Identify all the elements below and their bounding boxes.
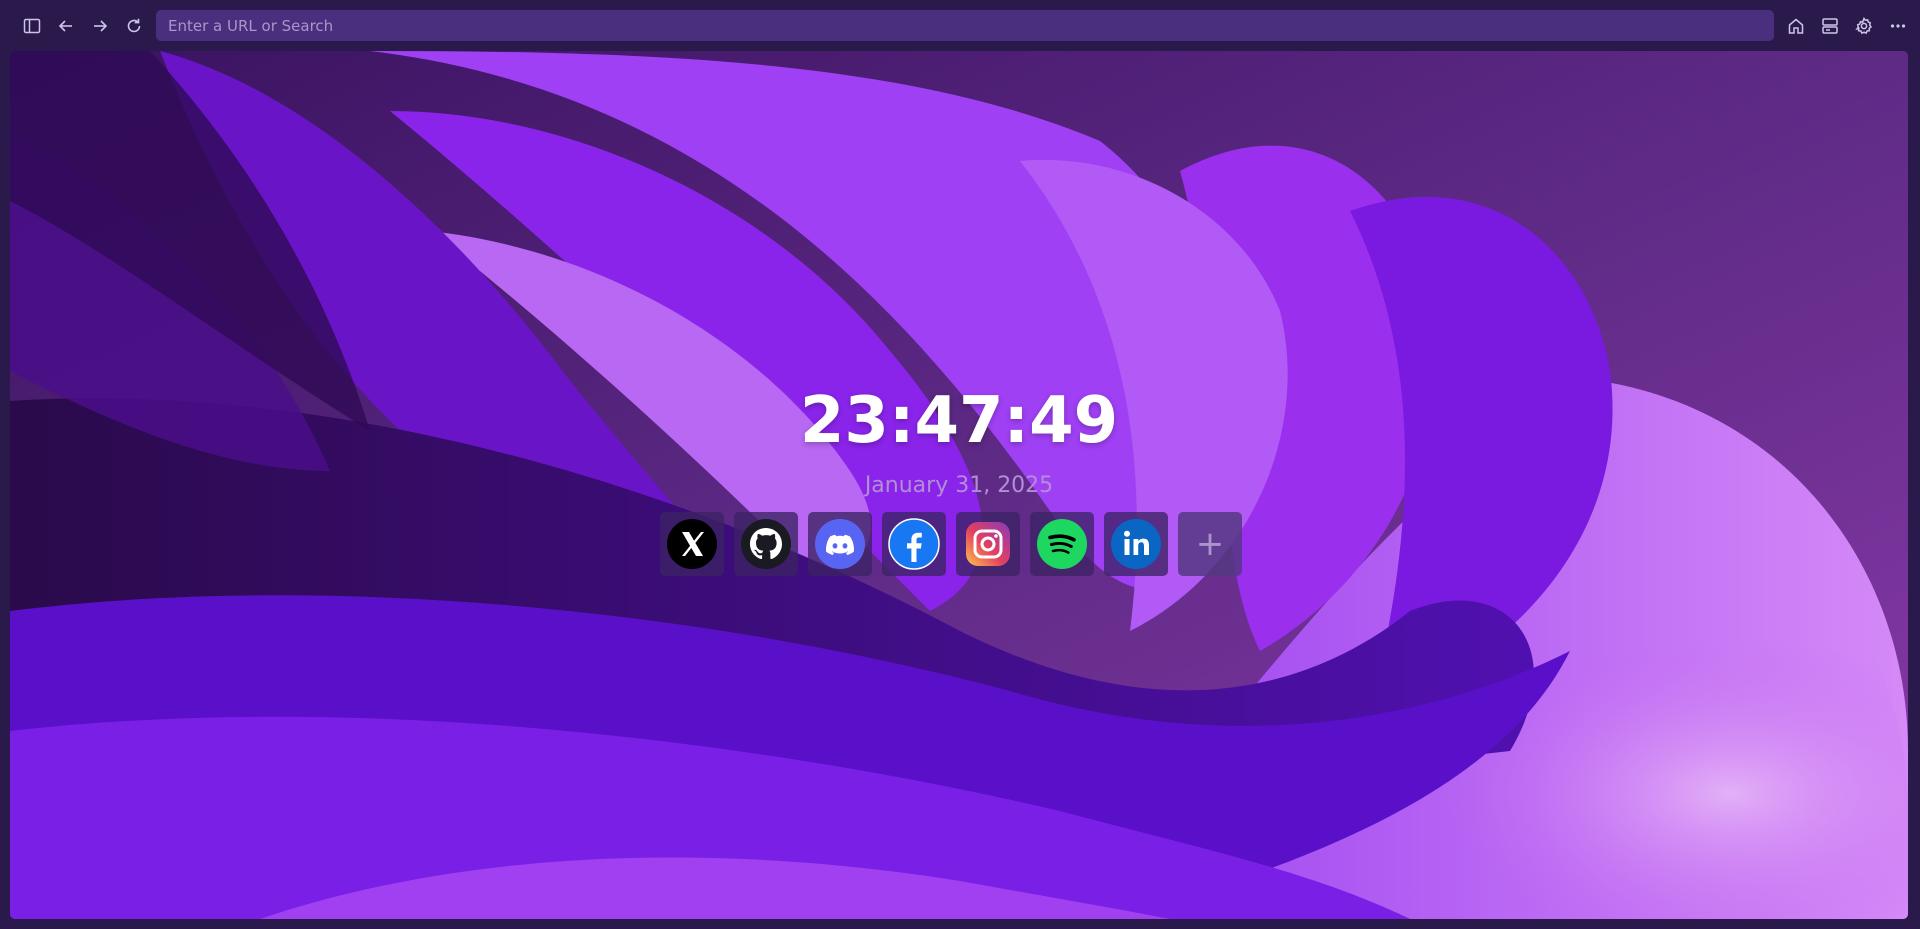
home-icon xyxy=(1788,18,1804,34)
spotify-icon xyxy=(1037,519,1087,569)
panels-button[interactable] xyxy=(1816,12,1844,40)
new-tab-page: 23:47:49 January 31, 2025 + xyxy=(10,51,1908,919)
facebook-icon xyxy=(888,518,940,570)
arrow-right-icon xyxy=(94,20,108,32)
discord-icon xyxy=(815,519,865,569)
shortcut-facebook[interactable] xyxy=(882,512,946,576)
sidebar-toggle-icon[interactable] xyxy=(18,12,46,40)
reload-icon xyxy=(127,18,141,33)
add-shortcut-button[interactable]: + xyxy=(1178,512,1242,576)
linkedin-icon xyxy=(1111,519,1161,569)
instagram-icon xyxy=(966,522,1010,566)
home-button[interactable] xyxy=(1782,12,1810,40)
settings-button[interactable] xyxy=(1850,12,1878,40)
shortcut-grid: + xyxy=(660,512,1242,576)
plus-icon: + xyxy=(1195,524,1225,564)
x-twitter-icon xyxy=(667,519,717,569)
url-input[interactable] xyxy=(166,15,1774,36)
gear-icon xyxy=(1855,16,1873,35)
url-bar[interactable] xyxy=(156,10,1774,41)
panels-icon xyxy=(1822,18,1838,34)
github-icon xyxy=(741,519,791,569)
shortcut-instagram[interactable] xyxy=(956,512,1020,576)
more-button[interactable] xyxy=(1884,12,1912,40)
browser-toolbar xyxy=(0,0,1920,51)
back-button[interactable] xyxy=(52,12,80,40)
clock-date: January 31, 2025 xyxy=(864,473,1054,498)
shortcut-spotify[interactable] xyxy=(1030,512,1094,576)
shortcut-github[interactable] xyxy=(734,512,798,576)
forward-button[interactable] xyxy=(86,12,114,40)
arrow-left-icon xyxy=(58,20,72,32)
shortcut-discord[interactable] xyxy=(808,512,872,576)
shortcut-linkedin[interactable] xyxy=(1104,512,1168,576)
more-dots-icon xyxy=(1890,24,1906,28)
clock-time: 23:47:49 xyxy=(799,384,1119,458)
shortcut-x[interactable] xyxy=(660,512,724,576)
reload-button[interactable] xyxy=(120,12,148,40)
